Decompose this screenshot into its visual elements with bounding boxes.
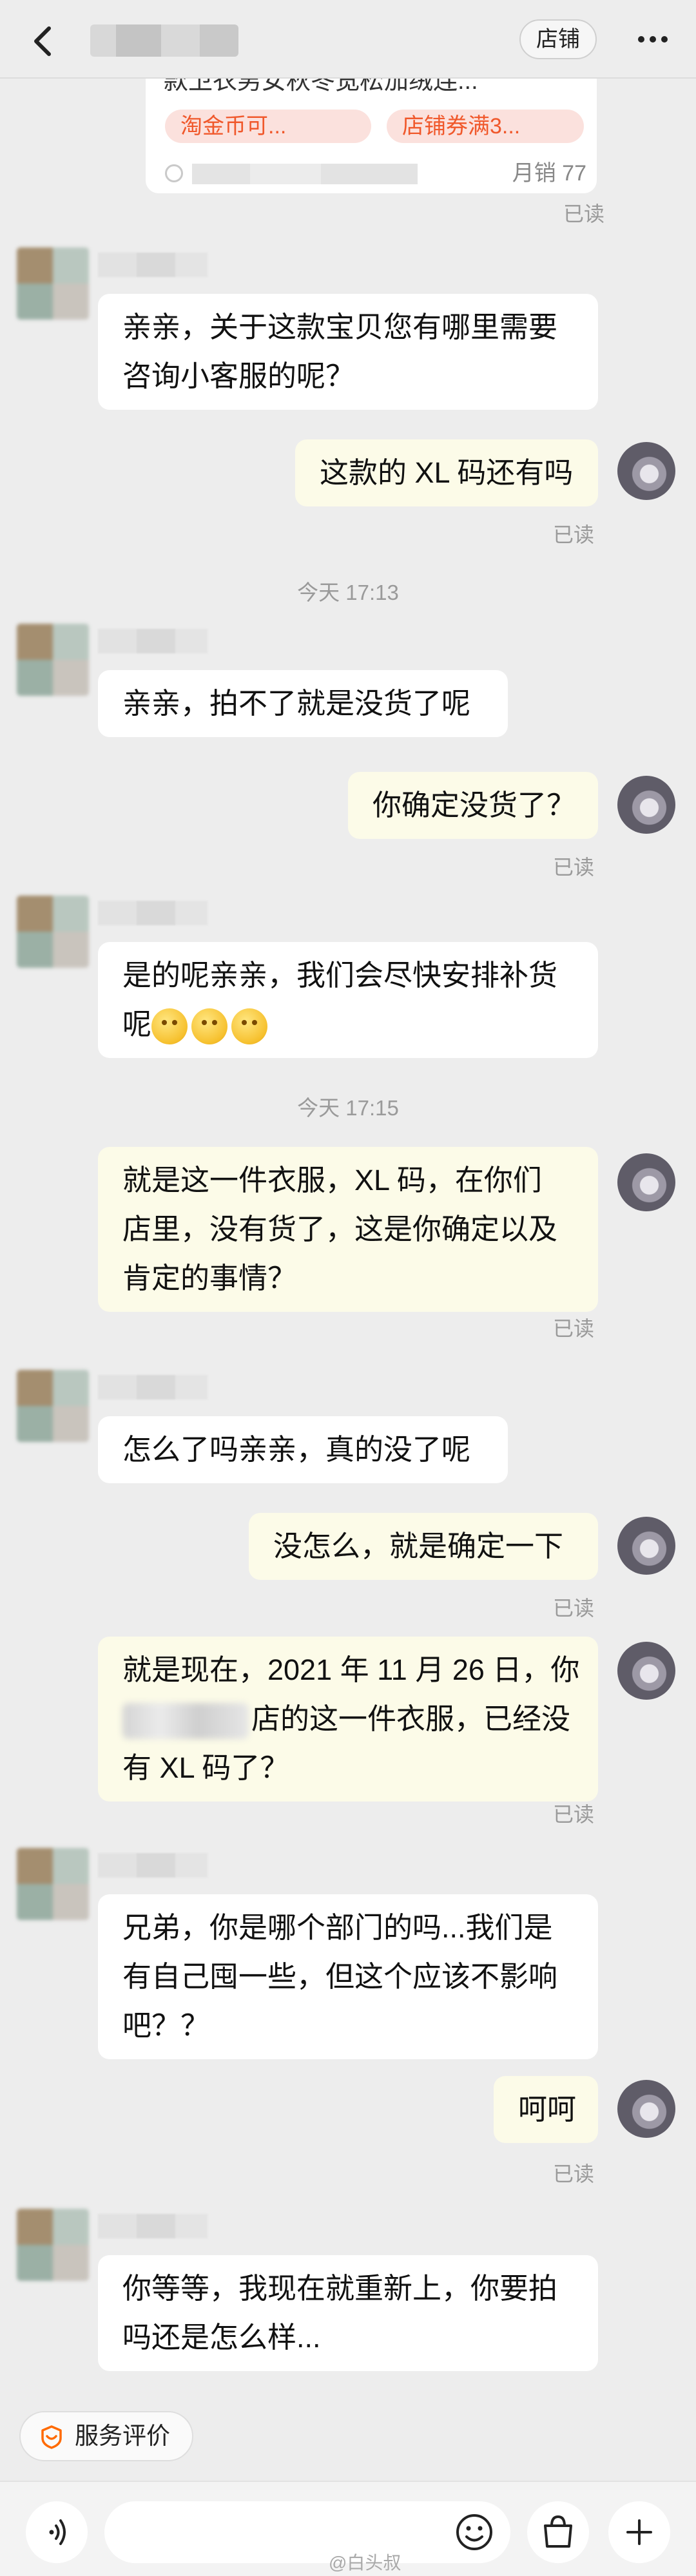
message-line: 店的这一件衣服，已经没: [122, 1695, 574, 1744]
shop-avatar[interactable]: [17, 624, 89, 696]
message-line: 有 XL 码了？: [122, 1751, 289, 1784]
read-receipt: 已读: [563, 202, 605, 226]
message-bubble-outgoing[interactable]: 就是现在，2021 年 11 月 26 日，你店的这一件衣服，已经没有 XL 码…: [98, 1637, 598, 1802]
message-line: 店里，没有货了，这是你确定以及: [122, 1213, 558, 1245]
read-receipt: 已读: [553, 856, 595, 879]
hug-emoji-icon: [191, 1008, 228, 1045]
service-rating-label: 服务评价: [75, 2423, 170, 2449]
sender-name-redacted: [98, 253, 208, 277]
sender-name-redacted: [98, 2214, 208, 2238]
my-avatar[interactable]: [617, 2080, 675, 2138]
message-line: 吗还是怎么样...: [122, 2321, 321, 2354]
sender-name-redacted: [98, 901, 208, 925]
sender-name-redacted: [98, 629, 208, 653]
message-bubble-outgoing[interactable]: 没怎么，就是确定一下: [249, 1513, 598, 1580]
my-avatar[interactable]: [617, 776, 675, 834]
read-receipt: 已读: [553, 523, 595, 546]
message-line: 没怎么，就是确定一下: [273, 1530, 564, 1562]
shop-name-redacted: [90, 24, 238, 57]
message-line: 吧？？: [122, 2009, 210, 2042]
message-bubble-outgoing[interactable]: 这款的 XL 码还有吗: [295, 439, 598, 506]
message-bubble-outgoing[interactable]: 就是这一件衣服，XL 码，在你们 店里，没有货了，这是你确定以及 肯定的事情？: [98, 1147, 598, 1312]
message-text: 店的这一件衣服，已经没: [251, 1702, 571, 1735]
plus-icon: [626, 2519, 652, 2545]
message-line: 你等等，我现在就重新上，你要拍: [122, 2272, 558, 2305]
message-line: 你确定没货了？: [372, 789, 576, 822]
message-bubble-incoming[interactable]: 兄弟，你是哪个部门的吗...我们是 有自己囤一些，但这个应该不影响 吧？？: [98, 1894, 598, 2059]
back-button[interactable]: [18, 15, 70, 67]
message-bubble-incoming[interactable]: 你等等，我现在就重新上，你要拍 吗还是怎么样...: [98, 2255, 598, 2371]
message-bubble-incoming[interactable]: 是的呢亲亲，我们会尽快安排补货呢: [98, 942, 598, 1058]
shop-name-redacted: [122, 1703, 249, 1740]
message-line: 有自己囤一些，但这个应该不影响: [122, 1960, 558, 1993]
shop-icon: [165, 164, 183, 182]
emoji-button[interactable]: [443, 2501, 505, 2563]
hug-emoji-icon: [151, 1008, 188, 1045]
sender-name-redacted: [98, 1375, 208, 1399]
shop-avatar[interactable]: [17, 1848, 89, 1920]
service-rating-button[interactable]: 服务评价: [19, 2411, 193, 2461]
message-bubble-outgoing[interactable]: 你确定没货了？: [348, 772, 598, 839]
my-avatar[interactable]: [617, 1517, 675, 1575]
monthly-sales: 月销 77: [512, 161, 586, 186]
hug-emoji-icon: [231, 1008, 268, 1045]
shop-avatar[interactable]: [17, 896, 89, 968]
message-line: 是的呢亲亲，我们会尽快安排补货: [122, 959, 558, 992]
voice-button[interactable]: [26, 2501, 88, 2563]
shop-info-redacted: [192, 164, 418, 184]
ellipsis-icon: [638, 36, 668, 43]
my-avatar[interactable]: [617, 1642, 675, 1700]
chat-header: 店铺: [0, 0, 696, 79]
message-line: 咨询小客服的呢？: [122, 360, 355, 392]
timestamp: 今天 17:13: [297, 581, 399, 604]
product-card[interactable]: 款卫衣男女秋冬宽松加绒连... 淘金币可... 店铺券满3... 月销 77: [146, 59, 597, 193]
my-avatar[interactable]: [617, 1153, 675, 1211]
message-line: 亲亲，关于这款宝贝您有哪里需要: [122, 311, 558, 343]
coin-promo-chip[interactable]: 淘金币可...: [165, 110, 371, 143]
more-button[interactable]: [624, 19, 682, 59]
read-receipt: 已读: [553, 1597, 595, 1620]
watermark: @白头叔: [329, 2553, 401, 2573]
read-receipt: 已读: [553, 1803, 595, 1826]
read-receipt: 已读: [553, 2162, 595, 2186]
my-avatar[interactable]: [617, 442, 675, 500]
sender-name-redacted: [98, 1853, 208, 1878]
smiley-icon: [456, 2514, 492, 2550]
more-actions-button[interactable]: [608, 2501, 670, 2563]
message-line: 呵呵: [518, 2093, 577, 2126]
chevron-left-icon: [34, 26, 51, 56]
shop-avatar[interactable]: [17, 247, 89, 320]
shop-coupon-chip[interactable]: 店铺券满3...: [387, 110, 584, 143]
shop-avatar[interactable]: [17, 1370, 89, 1442]
shop-button[interactable]: 店铺: [519, 19, 597, 59]
shop-avatar[interactable]: [17, 2209, 89, 2281]
message-line: 这款的 XL 码还有吗: [320, 456, 574, 489]
message-bubble-incoming[interactable]: 怎么了吗亲亲，真的没了呢: [98, 1416, 508, 1483]
shop-rating-icon: [41, 2425, 62, 2449]
read-receipt: 已读: [553, 1317, 595, 1340]
shopping-bag-icon: [544, 2515, 572, 2548]
message-bubble-outgoing[interactable]: 呵呵: [494, 2076, 598, 2143]
message-bubble-incoming[interactable]: 亲亲，拍不了就是没货了呢: [98, 670, 508, 737]
message-line: 怎么了吗亲亲，真的没了呢: [122, 1433, 471, 1466]
message-text: 呢: [122, 1008, 152, 1041]
message-line: 肯定的事情？: [122, 1262, 297, 1294]
message-line: 亲亲，拍不了就是没货了呢: [122, 687, 471, 720]
message-line: 就是现在，2021 年 11 月 26 日，你: [122, 1653, 580, 1686]
voice-icon: [49, 2519, 66, 2545]
message-line: 呢: [122, 1000, 574, 1049]
message-bubble-incoming[interactable]: 亲亲，关于这款宝贝您有哪里需要 咨询小客服的呢？: [98, 294, 598, 410]
shopping-bag-button[interactable]: [527, 2501, 589, 2563]
message-line: 兄弟，你是哪个部门的吗...我们是: [122, 1911, 553, 1944]
message-line: 就是这一件衣服，XL 码，在你们: [122, 1164, 542, 1197]
timestamp: 今天 17:15: [297, 1096, 399, 1120]
